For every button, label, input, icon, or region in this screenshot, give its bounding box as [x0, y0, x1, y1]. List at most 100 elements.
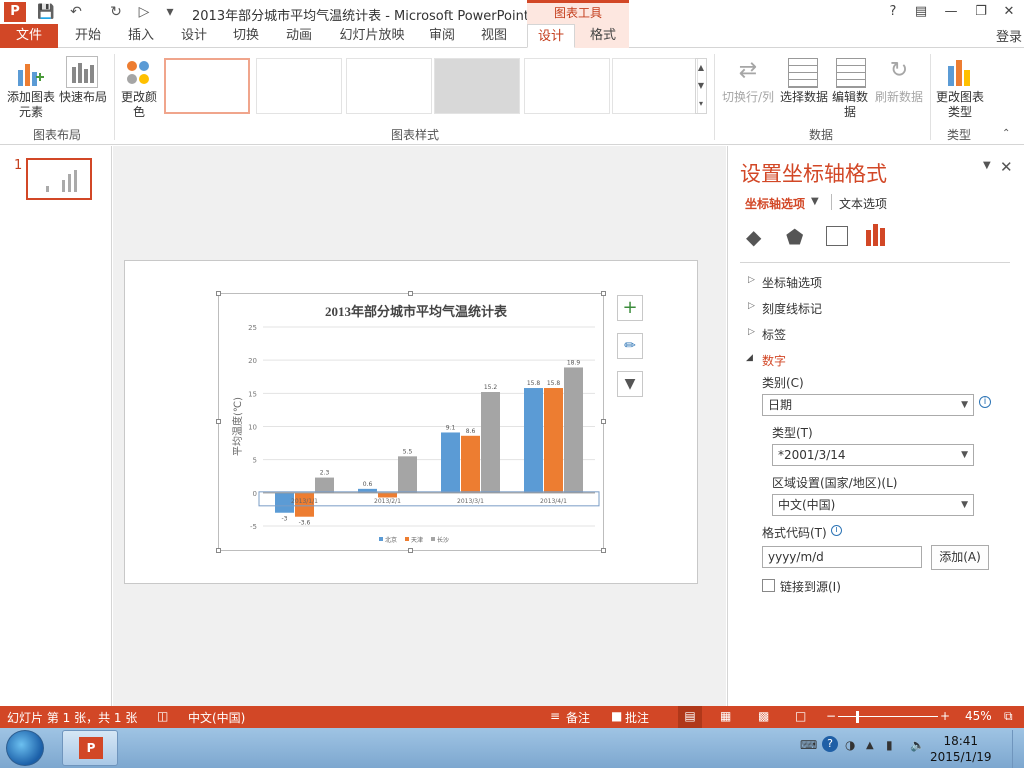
resize-handle[interactable]: [216, 291, 221, 296]
resize-handle[interactable]: [216, 548, 221, 553]
resize-handle[interactable]: [601, 419, 606, 424]
chart-style-2[interactable]: [256, 58, 342, 114]
volume-icon[interactable]: 🔈: [910, 738, 925, 752]
start-from-beginning-icon[interactable]: ▷: [134, 3, 154, 21]
tab-home[interactable]: 开始: [64, 24, 112, 48]
section-axis-options[interactable]: 坐标轴选项: [762, 274, 822, 291]
help-icon[interactable]: ?: [882, 3, 904, 21]
restore-icon[interactable]: ❐: [970, 3, 992, 21]
tab-text-options[interactable]: 文本选项: [839, 195, 887, 212]
zoom-out-icon[interactable]: −: [826, 709, 836, 723]
locale-select[interactable]: 中文(中国) ▼: [772, 494, 974, 516]
quick-layout-button[interactable]: 快速布局: [58, 90, 108, 105]
tab-file[interactable]: 文件: [0, 24, 58, 48]
change-colors-icon[interactable]: [124, 58, 154, 88]
powerpoint-logo-icon[interactable]: P: [4, 2, 26, 22]
keyboard-icon[interactable]: ⌨: [800, 738, 817, 752]
ribbon-display-options-icon[interactable]: ▤: [910, 3, 932, 21]
tab-transitions[interactable]: 切换: [222, 24, 270, 48]
add-chart-element-button[interactable]: 添加图表元素: [4, 90, 58, 120]
undo-icon[interactable]: ↶: [66, 3, 86, 21]
login-link[interactable]: 登录: [996, 26, 1022, 45]
format-code-input[interactable]: yyyy/m/d: [762, 546, 922, 568]
language-status[interactable]: 中文(中国): [188, 709, 245, 726]
slide-sorter-icon[interactable]: ▦: [720, 709, 731, 723]
expand-icon[interactable]: ▷: [748, 301, 755, 311]
change-chart-type-icon[interactable]: [944, 56, 974, 88]
add-chart-element-icon[interactable]: [14, 58, 46, 88]
pane-close-icon[interactable]: ✕: [1000, 158, 1013, 176]
select-data-icon[interactable]: [788, 58, 818, 88]
minimize-icon[interactable]: —: [940, 3, 962, 21]
tab-view[interactable]: 视图: [470, 24, 518, 48]
info-icon[interactable]: i: [979, 396, 991, 408]
fill-line-icon[interactable]: ◆: [746, 225, 761, 249]
tab-insert[interactable]: 插入: [116, 24, 166, 48]
slideshow-view-icon[interactable]: □: [795, 709, 806, 723]
chart-object[interactable]: 2013年部分城市平均气温统计表 平均温度(℃) 25 20 15 10 5 0 -5 -3 -3…: [218, 293, 604, 551]
tab-review[interactable]: 审阅: [418, 24, 466, 48]
chart-style-6[interactable]: [612, 58, 698, 114]
collapse-ribbon-icon[interactable]: ⌃: [1002, 128, 1010, 139]
taskbar-powerpoint-button[interactable]: P: [62, 730, 118, 766]
clock[interactable]: 18:41 2015/1/19: [930, 733, 992, 765]
change-colors-button[interactable]: 更改颜色: [118, 90, 160, 120]
section-number[interactable]: 数字: [762, 352, 786, 369]
expand-icon[interactable]: ▷: [748, 275, 755, 285]
quick-layout-icon[interactable]: [66, 56, 98, 88]
section-tick-marks[interactable]: 刻度线标记: [762, 300, 822, 317]
category-select[interactable]: 日期 ▼: [762, 394, 974, 416]
redo-icon[interactable]: ↻: [106, 3, 126, 21]
zoom-in-icon[interactable]: +: [940, 709, 950, 723]
expand-icon[interactable]: ▷: [748, 327, 755, 337]
fit-slide-icon[interactable]: ⧉: [1004, 709, 1013, 724]
reading-view-icon[interactable]: ▩: [758, 709, 769, 723]
help-tray-icon[interactable]: ?: [822, 736, 838, 752]
resize-handle[interactable]: [216, 419, 221, 424]
tab-chart-format[interactable]: 格式: [580, 24, 626, 48]
type-select[interactable]: *2001/3/14 ▼: [772, 444, 974, 466]
tab-axis-options[interactable]: 坐标轴选项: [745, 195, 805, 212]
edit-data-icon[interactable]: [836, 58, 866, 88]
section-labels[interactable]: 标签: [762, 326, 786, 343]
customize-qat-icon[interactable]: ▾: [160, 3, 180, 21]
comments-button[interactable]: 批注: [625, 709, 649, 726]
chart-filter-icon[interactable]: ▼: [617, 371, 643, 397]
axis-options-icon[interactable]: [864, 222, 888, 248]
chart-style-5[interactable]: [524, 58, 610, 114]
size-properties-icon[interactable]: [826, 226, 848, 246]
add-format-button[interactable]: 添加(A): [931, 545, 989, 570]
windows-start-icon[interactable]: [6, 730, 44, 766]
zoom-slider-thumb[interactable]: [856, 711, 859, 723]
change-chart-type-button[interactable]: 更改图表类型: [934, 90, 986, 120]
chart-style-1[interactable]: [164, 58, 250, 114]
close-icon[interactable]: ✕: [998, 3, 1020, 21]
notes-button[interactable]: 备注: [566, 709, 590, 726]
show-hidden-icons[interactable]: ▲: [866, 740, 874, 751]
tray-icon[interactable]: ◑: [845, 738, 855, 752]
chart-style-4[interactable]: [434, 58, 520, 114]
resize-handle[interactable]: [408, 291, 413, 296]
tab-animations[interactable]: 动画: [274, 24, 324, 48]
edit-data-button[interactable]: 编辑数据: [830, 90, 870, 120]
notes-icon[interactable]: ≡: [550, 709, 560, 723]
spellcheck-icon[interactable]: ◫: [157, 709, 168, 723]
chart-styles-brush-icon[interactable]: ✏: [617, 333, 643, 359]
collapse-icon[interactable]: ◢: [746, 353, 753, 363]
effects-icon[interactable]: ⬟: [786, 225, 803, 249]
comments-icon[interactable]: ■: [611, 709, 622, 723]
tab-design[interactable]: 设计: [170, 24, 218, 48]
save-icon[interactable]: 💾: [36, 3, 56, 21]
info-icon[interactable]: i: [831, 525, 842, 536]
chart-style-3[interactable]: [346, 58, 432, 114]
resize-handle[interactable]: [408, 548, 413, 553]
normal-view-icon[interactable]: ▤: [678, 706, 702, 728]
slide-thumbnail[interactable]: [26, 158, 92, 200]
tab-chart-design[interactable]: 设计: [527, 24, 575, 48]
gallery-scroll[interactable]: ▲ ▼ ▾: [695, 58, 707, 114]
pane-options-icon[interactable]: ▼: [983, 160, 991, 171]
resize-handle[interactable]: [601, 548, 606, 553]
chart-elements-plus-icon[interactable]: +: [617, 295, 643, 321]
resize-handle[interactable]: [601, 291, 606, 296]
link-source-checkbox[interactable]: [762, 579, 775, 592]
